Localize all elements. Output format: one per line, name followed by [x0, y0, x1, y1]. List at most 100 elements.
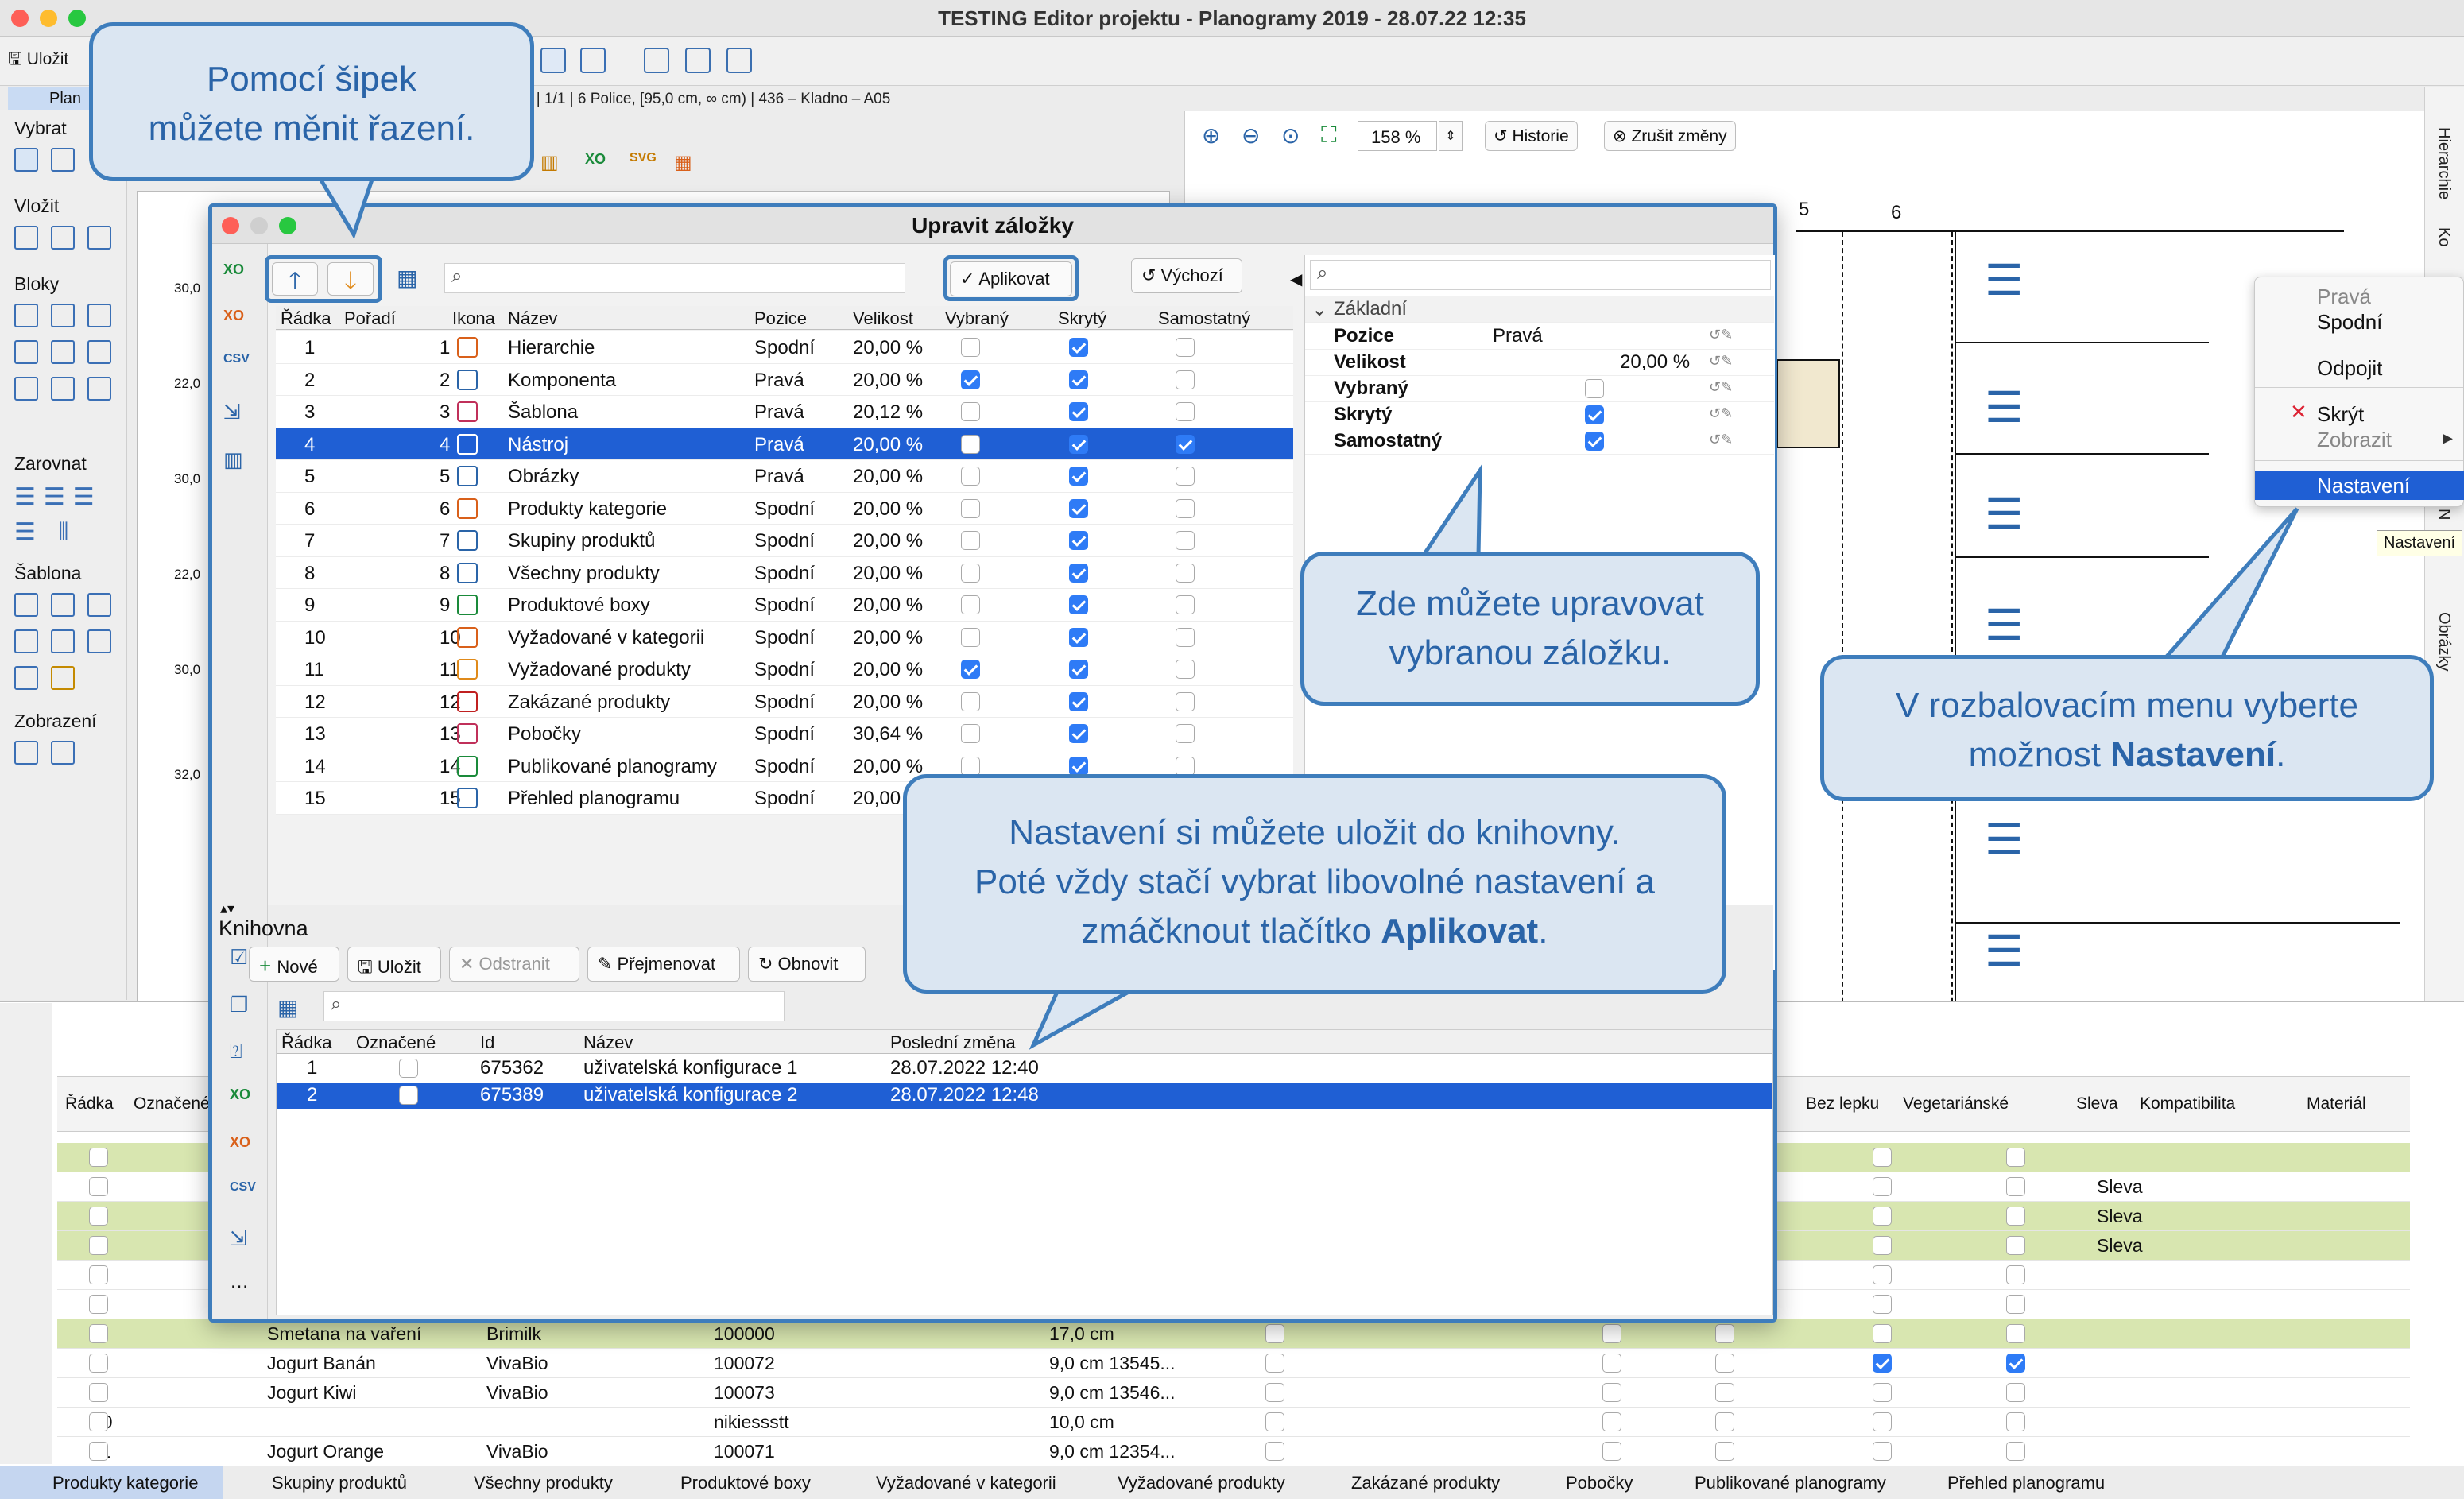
row-checkbox[interactable]	[2006, 1207, 2025, 1226]
library-search-input[interactable]: ⌕	[323, 991, 785, 1021]
row-checkbox[interactable]	[89, 1207, 108, 1226]
copy-icon[interactable]: ❐	[230, 993, 248, 1017]
col-vegetarianske[interactable]: Vegetariánské	[1903, 1094, 2009, 1114]
col-material[interactable]: Materiál	[2307, 1094, 2366, 1114]
skr-checkbox[interactable]	[1069, 467, 1088, 486]
product-thumbnail[interactable]	[1776, 359, 1840, 448]
menu-item-nastaveni[interactable]: Nastavení	[2255, 471, 2464, 500]
xo-orange-icon[interactable]: XO	[223, 308, 244, 324]
col-skryty[interactable]: Skrytý	[1058, 308, 1106, 329]
tabs-table-row[interactable]: 1 1 Hierarchie Spodní 20,00 %	[276, 331, 1293, 364]
sam-checkbox[interactable]	[1176, 402, 1195, 421]
sam-checkbox[interactable]	[1176, 498, 1195, 518]
skr-checkbox[interactable]	[1069, 627, 1088, 647]
skr-checkbox[interactable]	[1069, 756, 1088, 776]
row-checkbox[interactable]	[1715, 1383, 1734, 1402]
block-move-icon[interactable]	[14, 377, 38, 401]
skryty-checkbox[interactable]	[1585, 405, 1604, 424]
prop-samostatny[interactable]: Samostatný ↺✎	[1305, 428, 1774, 455]
vyb-checkbox[interactable]	[961, 498, 980, 518]
col-oznacene[interactable]: Označené	[134, 1094, 210, 1114]
row-checkbox[interactable]	[89, 1354, 108, 1373]
row-checkbox[interactable]	[1715, 1354, 1734, 1373]
library-row[interactable]: 1 675362 uživatelská konfigurace 1 28.07…	[277, 1055, 1772, 1082]
row-checkbox[interactable]	[1873, 1295, 1892, 1314]
template-table-icon[interactable]	[14, 629, 38, 653]
block-rotate-icon[interactable]	[51, 340, 75, 364]
col-radka[interactable]: Řádka	[65, 1094, 114, 1114]
skr-checkbox[interactable]	[1069, 691, 1088, 711]
row-checkbox[interactable]	[89, 1265, 108, 1284]
columns-icon[interactable]: ▦	[277, 994, 298, 1021]
sam-checkbox[interactable]	[1176, 756, 1195, 776]
warning-icon[interactable]	[51, 666, 75, 690]
dialog-maximize-button[interactable]	[279, 217, 296, 234]
menu-item-odpojit[interactable]: Odpojit	[2255, 354, 2464, 382]
row-checkbox[interactable]	[1715, 1324, 1734, 1343]
row-checkbox[interactable]	[1873, 1324, 1892, 1343]
skr-checkbox[interactable]	[1069, 563, 1088, 583]
col-bez-lepku[interactable]: Bez lepku	[1806, 1094, 1879, 1114]
vyb-checkbox[interactable]	[961, 370, 980, 389]
tabs-table-row[interactable]: 12 12 Zakázané produkty Spodní 20,00 %	[276, 685, 1293, 718]
col-oznacene[interactable]: Označené	[356, 1032, 436, 1053]
table-icon[interactable]	[644, 48, 669, 73]
row-checkbox[interactable]	[1873, 1442, 1892, 1461]
align-icons[interactable]: ☰☰☰	[14, 483, 103, 511]
vyb-checkbox[interactable]	[961, 691, 980, 711]
row-checkbox[interactable]	[2006, 1354, 2025, 1373]
sam-checkbox[interactable]	[1176, 370, 1195, 389]
row-checkbox[interactable]	[2006, 1383, 2025, 1402]
export-icon[interactable]: ⇲	[230, 1226, 247, 1251]
vyb-checkbox[interactable]	[961, 531, 980, 550]
insert-product-icon[interactable]	[51, 226, 75, 250]
template-edit-icon[interactable]	[87, 593, 111, 617]
sam-checkbox[interactable]	[1176, 434, 1195, 454]
zoom-field[interactable]: 158 %	[1358, 121, 1437, 151]
skr-checkbox[interactable]	[1069, 660, 1088, 679]
view-color-icon[interactable]	[14, 741, 38, 765]
row-checkbox[interactable]	[2006, 1236, 2025, 1255]
rename-button[interactable]: ✎ Přejmenovat	[587, 947, 740, 982]
sam-checkbox[interactable]	[1176, 724, 1195, 743]
row-checkbox[interactable]	[1873, 1207, 1892, 1226]
fit-page-icon[interactable]: ⛶	[1321, 122, 1337, 149]
sam-checkbox[interactable]	[1176, 595, 1195, 614]
row-checkbox[interactable]	[1265, 1324, 1284, 1343]
row-checkbox[interactable]	[2006, 1265, 2025, 1284]
menu-item-spodni[interactable]: Spodní	[2255, 308, 2464, 336]
vyb-checkbox[interactable]	[961, 563, 980, 583]
tabs-table-row[interactable]: 9 9 Produktové boxy Spodní 20,00 %	[276, 589, 1293, 622]
multi-select-icon[interactable]	[51, 148, 75, 172]
row-checkbox[interactable]	[2006, 1148, 2025, 1167]
tab-vyzadovane-produkty[interactable]: Vyžadované produkty	[1118, 1473, 1285, 1493]
template-icon[interactable]	[14, 593, 38, 617]
list-icon[interactable]: ☰	[1985, 493, 2023, 536]
row-checkbox[interactable]	[2006, 1177, 2025, 1196]
block-copy-icon[interactable]	[87, 340, 111, 364]
tab-ko[interactable]: Ko	[2435, 227, 2453, 246]
tab-produktove-boxy[interactable]: Produktové boxy	[680, 1473, 811, 1493]
check-icon[interactable]: ☑	[230, 945, 248, 970]
col-ikona[interactable]: Ikona	[452, 308, 495, 329]
tabs-table-row[interactable]: 8 8 Všechny produkty Spodní 20,00 %	[276, 556, 1293, 589]
zoom-in-icon[interactable]: ⊕	[1202, 122, 1220, 149]
select-tool-icon[interactable]	[14, 148, 38, 172]
row-checkbox[interactable]	[89, 1236, 108, 1255]
sam-checkbox[interactable]	[1176, 691, 1195, 711]
block-split-icon[interactable]	[51, 304, 75, 327]
template-delete-icon[interactable]	[87, 629, 111, 653]
save-config-button[interactable]: 🖫 Uložit	[347, 947, 441, 982]
row-checkbox[interactable]	[1873, 1265, 1892, 1284]
tab-publikovane-planogramy[interactable]: Publikované planogramy	[1695, 1473, 1886, 1493]
collapse-left-icon[interactable]: ◀	[1290, 269, 1302, 289]
col-velikost[interactable]: Velikost	[853, 308, 913, 329]
reset-icon[interactable]: ↺✎	[1709, 432, 1733, 448]
library-row-selected[interactable]: 2 675389 uživatelská konfigurace 2 28.07…	[277, 1083, 1772, 1109]
sam-checkbox[interactable]	[1176, 627, 1195, 647]
row-checkbox[interactable]	[1602, 1324, 1621, 1343]
apply-button[interactable]: ✓ Aplikovat	[950, 261, 1072, 296]
row-checkbox[interactable]	[1602, 1412, 1621, 1431]
row-checkbox[interactable]	[89, 1383, 108, 1402]
tab-pobocky[interactable]: Pobočky	[1566, 1473, 1633, 1493]
